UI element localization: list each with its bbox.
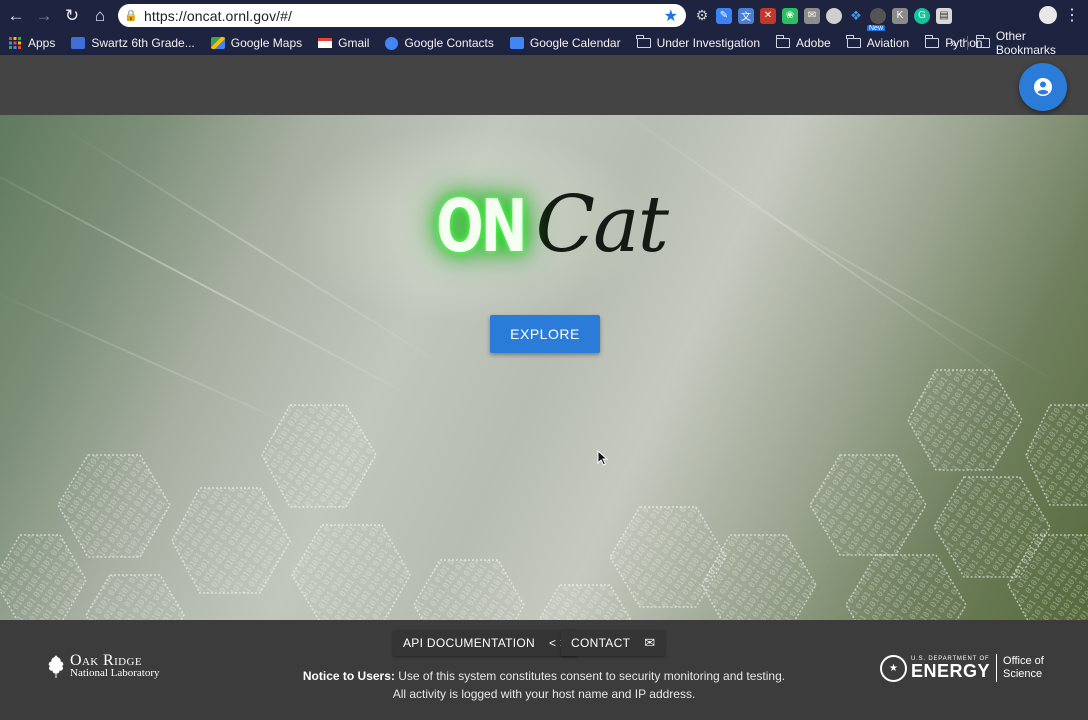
bookmark-label: Apps xyxy=(28,36,56,50)
app-bar xyxy=(0,55,1088,115)
bookmark-gmail[interactable]: Gmail xyxy=(318,36,369,50)
google-maps-icon xyxy=(210,37,225,49)
oncat-logo: ON Cat xyxy=(436,180,669,270)
bookmark-under-investigation[interactable]: Under Investigation xyxy=(636,35,760,50)
ornl-subtitle: National Laboratory xyxy=(70,667,160,679)
settings-gear-extension-icon[interactable]: ⚙ xyxy=(694,7,710,24)
menu-kebab-icon[interactable]: ⋮ xyxy=(1062,4,1082,26)
bookmark-label: Gmail xyxy=(338,36,370,50)
extensions-bar: ⚙ ✎ 文 ✕ ❀ ✉ ❖ New K G ▤ xyxy=(694,4,952,32)
notice-text: Use of this system constitutes consent t… xyxy=(392,669,786,701)
apps-grid-icon xyxy=(9,37,21,49)
notice-title: Notice to Users: xyxy=(302,669,395,683)
bookmark-swartz[interactable]: Swartz 6th Grade... xyxy=(71,36,195,50)
bookmark-label: Google Maps xyxy=(230,36,303,50)
bookmark-label: Google Calendar xyxy=(529,36,621,50)
api-documentation-label: API DOCUMENTATION xyxy=(403,636,535,650)
bookmark-google-contacts[interactable]: Google Contacts xyxy=(385,36,494,50)
contacts-icon xyxy=(385,36,399,50)
notice-to-users: Notice to Users: Use of this system cons… xyxy=(296,667,792,703)
folder-icon xyxy=(846,35,861,48)
doe-energy-text: ENERGY xyxy=(911,661,991,681)
bookmark-google-calendar[interactable]: Google Calendar xyxy=(509,36,621,50)
back-icon[interactable]: ← xyxy=(2,2,30,30)
logo-on-text: ON xyxy=(436,184,528,268)
reader-extension-icon[interactable]: ▤ xyxy=(936,7,952,24)
bookmarks-overflow-button[interactable]: » xyxy=(950,31,957,55)
profile-avatar-icon[interactable] xyxy=(1039,6,1057,24)
calendar-icon xyxy=(509,37,524,49)
bookmark-label: Swartz 6th Grade... xyxy=(91,36,195,50)
grammarly-extension-icon[interactable]: G xyxy=(914,7,930,24)
folder-icon xyxy=(775,35,790,48)
ornl-name: Oak Ridge xyxy=(70,652,142,669)
account-circle-icon xyxy=(1034,78,1052,96)
bookmark-aviation[interactable]: Aviation xyxy=(846,35,910,50)
blocked-extension-icon[interactable]: ✕ xyxy=(760,7,776,24)
oak-leaf-icon xyxy=(48,655,64,678)
doe-divider xyxy=(996,654,998,682)
explore-button[interactable]: EXPLORE xyxy=(490,315,600,353)
address-bar[interactable]: 🔒 https://oncat.ornl.gov/#/ ★ xyxy=(118,4,686,27)
home-icon[interactable]: ⌂ xyxy=(86,2,114,30)
keyboard-extension-icon[interactable]: K xyxy=(892,7,908,24)
contact-button[interactable]: CONTACT ✉ xyxy=(561,630,666,656)
bookmark-label: Under Investigation xyxy=(656,36,760,50)
doe-logo[interactable]: ★ U.S. DEPARTMENT OF ENERGY Office of Sc… xyxy=(880,654,1044,682)
forward-icon[interactable]: → xyxy=(30,2,58,30)
bookmark-label: Aviation xyxy=(866,36,910,50)
bookmarks-divider xyxy=(967,36,968,50)
other-bookmarks-label: Other Bookmarks xyxy=(995,29,1056,57)
folder-icon xyxy=(636,35,651,48)
account-button[interactable] xyxy=(1019,63,1067,111)
bookmark-star-icon[interactable]: ★ xyxy=(664,6,678,26)
bookmark-label: Google Contacts xyxy=(404,36,494,50)
folder-icon xyxy=(924,35,940,48)
doe-office-line1: Office of xyxy=(1003,655,1044,667)
bookmark-label: Adobe xyxy=(796,36,831,50)
mail-icon: ✉ xyxy=(644,635,656,650)
bookmark-google-maps[interactable]: Google Maps xyxy=(210,36,303,50)
doe-office-line2: Science xyxy=(1003,668,1043,680)
doe-seal-icon: ★ xyxy=(880,654,907,682)
contact-label: CONTACT xyxy=(571,636,631,650)
other-bookmarks[interactable]: Other Bookmarks xyxy=(975,29,1088,57)
bookmarks-bar: Apps Swartz 6th Grade... Google Maps Gma… xyxy=(0,31,1088,55)
api-documentation-button[interactable]: API DOCUMENTATION < > xyxy=(393,630,578,656)
bookmark-apps[interactable]: Apps xyxy=(8,36,55,50)
folder-icon xyxy=(975,35,990,48)
bookmark-adobe[interactable]: Adobe xyxy=(775,35,831,50)
evernote-extension-icon[interactable]: ❀ xyxy=(782,7,798,24)
dropbox-extension-icon[interactable]: ❖ xyxy=(848,8,864,24)
url-text[interactable]: https://oncat.ornl.gov/#/ xyxy=(144,8,292,24)
translate-extension-icon[interactable]: 文 xyxy=(738,7,754,24)
reload-icon[interactable]: ↻ xyxy=(58,2,86,30)
speed-extension-icon[interactable]: New xyxy=(867,7,886,32)
record-extension-icon[interactable] xyxy=(826,7,842,24)
calendar-page-icon xyxy=(71,37,86,49)
logo-cat-text: Cat xyxy=(535,180,669,270)
ornl-logo[interactable]: Oak Ridge National Laboratory xyxy=(46,652,160,680)
lock-icon: 🔒 xyxy=(124,10,138,22)
mouse-cursor-icon xyxy=(597,450,609,466)
edit-extension-icon[interactable]: ✎ xyxy=(716,7,732,24)
mail-extension-icon[interactable]: ✉ xyxy=(804,7,820,24)
gmail-icon xyxy=(318,38,333,48)
